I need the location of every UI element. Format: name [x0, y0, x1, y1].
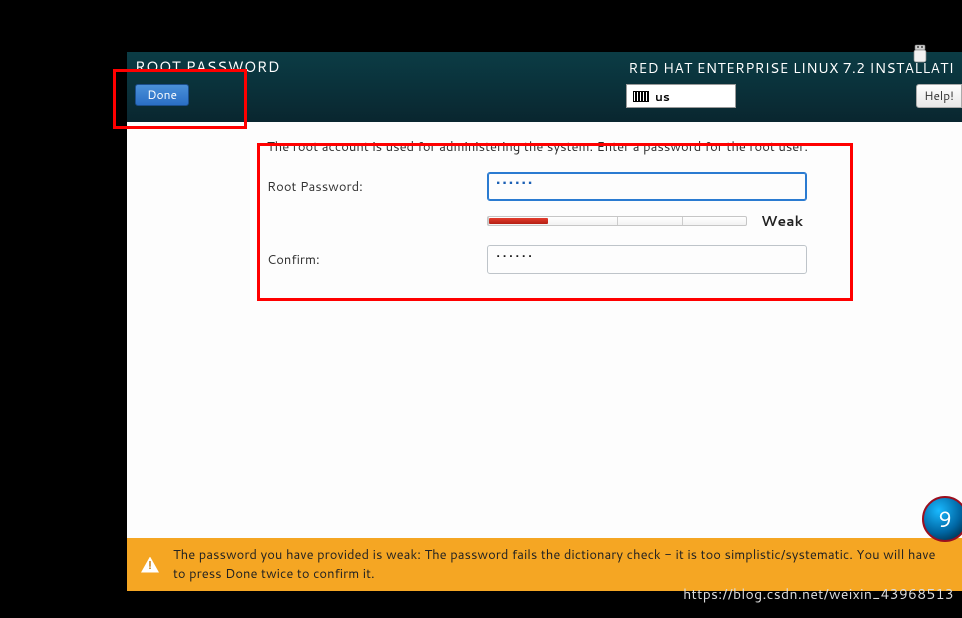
confirm-password-input[interactable]: ••••••: [487, 245, 807, 274]
password-strength-fill: [489, 218, 548, 224]
help-button[interactable]: Help!: [916, 84, 962, 108]
intro-text: The root account is used for administeri…: [267, 138, 942, 156]
usb-tray-icon: [910, 44, 930, 64]
installer-name: RED HAT ENTERPRISE LINUX 7.2 INSTALLATI: [628, 58, 954, 78]
keyboard-layout-select[interactable]: us: [626, 84, 736, 108]
warning-text: The password you have provided is weak: …: [173, 546, 948, 582]
keyboard-layout-label: us: [655, 88, 670, 105]
page-badge-number: 9: [938, 504, 952, 535]
root-password-label: Root Password:: [267, 178, 487, 196]
installer-window: ROOT PASSWORD RED HAT ENTERPRISE LINUX 7…: [127, 52, 962, 591]
password-strength-label: Weak: [761, 211, 803, 231]
root-password-row: Root Password: ••••••: [267, 172, 942, 201]
root-password-value: ••••••: [496, 173, 534, 193]
header: ROOT PASSWORD RED HAT ENTERPRISE LINUX 7…: [127, 52, 962, 122]
page-badge: 9: [922, 496, 962, 542]
done-button[interactable]: Done: [135, 84, 189, 106]
content: The root account is used for administeri…: [127, 122, 962, 538]
root-password-input[interactable]: ••••••: [487, 172, 807, 201]
confirm-row: Confirm: ••••••: [267, 245, 942, 274]
confirm-label: Confirm:: [267, 251, 487, 269]
warning-icon: [141, 557, 159, 573]
strength-row: Weak: [487, 211, 942, 231]
page-title: ROOT PASSWORD: [135, 56, 280, 77]
confirm-password-value: ••••••: [496, 246, 534, 266]
keyboard-icon: [633, 91, 649, 102]
password-strength-meter: [487, 216, 747, 226]
warning-bar: The password you have provided is weak: …: [127, 538, 962, 591]
